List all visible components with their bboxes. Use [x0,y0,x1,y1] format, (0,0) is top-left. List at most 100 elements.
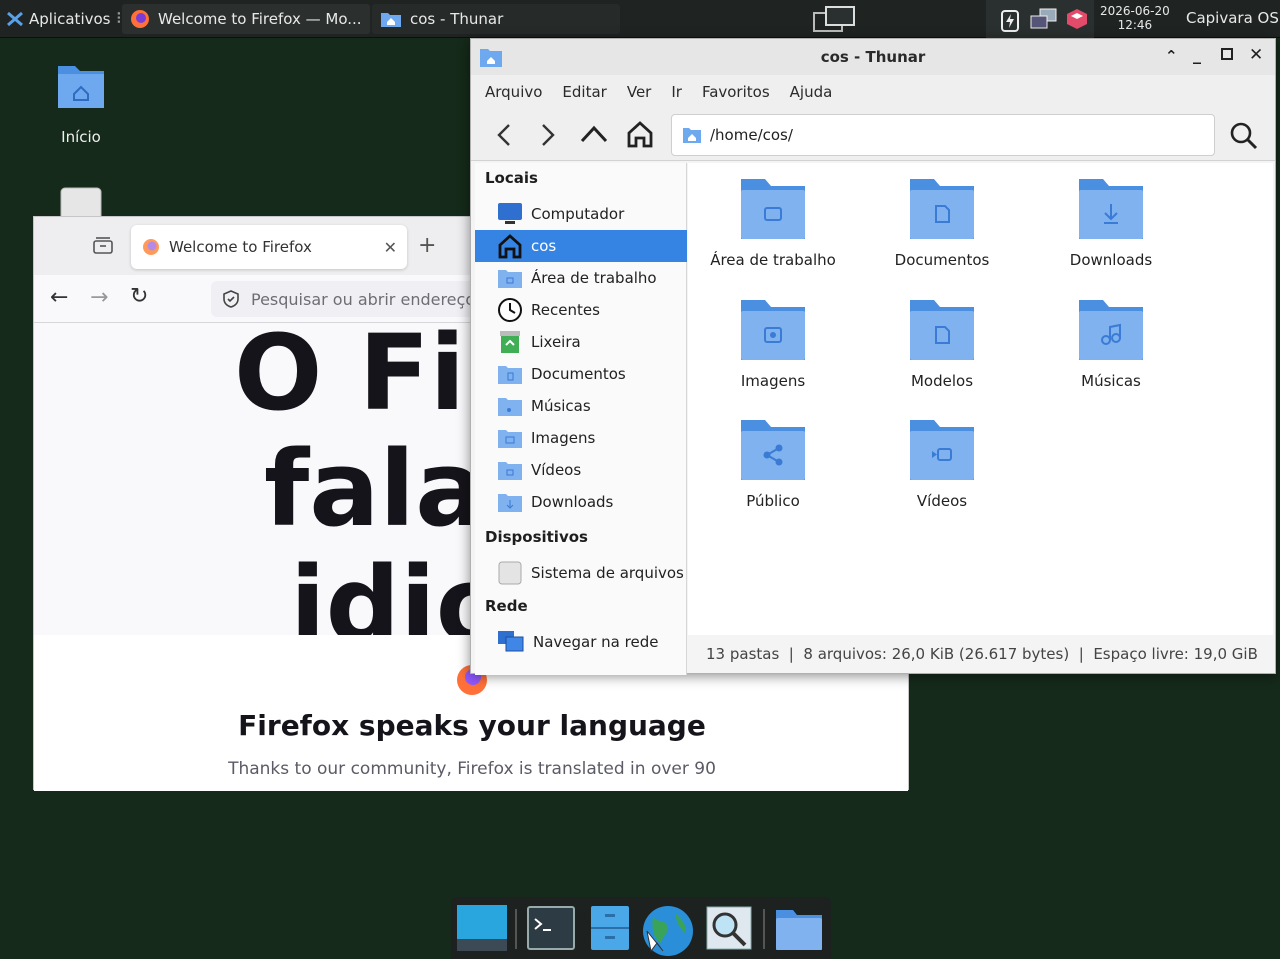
location-bar[interactable]: /home/cos/ [671,114,1215,156]
folder-label: Downloads [1069,251,1153,269]
forward-icon[interactable]: → [90,285,108,310]
battery-icon[interactable] [1000,8,1020,32]
desktop-home-label: Início [61,128,101,146]
taskbar-thunar[interactable]: cos - Thunar [372,4,620,34]
sidebar-item-recentes[interactable]: Recentes [475,294,687,326]
back-icon[interactable]: ← [50,285,68,310]
os-user-label[interactable]: Capivara OS [1186,9,1279,27]
folder-documentos[interactable]: Documentos [857,173,1027,269]
thunar-sidebar: Locais Computador cos Área de trabalho R… [475,163,687,675]
thunar-title: cos - Thunar [820,48,926,66]
menu-ir[interactable]: Ir [671,83,682,101]
back-icon[interactable] [493,122,515,148]
sidebar-item-downloads[interactable]: Downloads [475,486,687,518]
language-subheading: Thanks to our community, Firefox is tran… [228,759,716,779]
taskbar-firefox[interactable]: Welcome to Firefox — Mo... [122,4,370,34]
folder-downloads[interactable]: Downloads [1026,173,1196,269]
sidebar-item-videos[interactable]: Vídeos [475,454,687,486]
folder-modelos[interactable]: Modelos [857,294,1027,390]
sidebar-item-sistema-de-arquivos[interactable]: Sistema de arquivos [475,557,687,589]
folder-label: Músicas [1081,372,1141,390]
desktop-icon [457,905,507,951]
folder-label: Imagens [740,372,806,390]
folder-templates-icon [910,300,974,360]
home-icon[interactable] [625,119,655,149]
applications-menu-button[interactable]: Aplicativos ⠇ [6,6,126,32]
menu-ajuda[interactable]: Ajuda [790,83,833,101]
tab-list-icon[interactable] [92,235,114,259]
menu-ver[interactable]: Ver [627,83,652,101]
sidebar-item-cos[interactable]: cos [475,230,687,262]
show-desktop-button[interactable] [812,5,856,33]
close-tab-icon[interactable]: ✕ [384,238,397,257]
sidebar-heading-rede: Rede [485,597,528,615]
folder-area-de-trabalho[interactable]: Área de trabalho [688,173,858,269]
xfce-logo-icon [7,11,23,27]
sidebar-item-documentos[interactable]: Documentos [475,358,687,390]
dock-folder[interactable] [775,907,823,955]
folder-label: Documentos [894,251,990,269]
clock[interactable]: 2026-06-20 12:46 [1100,4,1170,32]
thunar-titlebar[interactable]: cos - Thunar ⌃ _ ✕ [471,39,1275,75]
dock-show-desktop[interactable] [457,905,507,955]
trash-icon [500,331,520,353]
search-icon[interactable] [1229,121,1259,151]
maximize-window-icon[interactable] [1221,48,1233,60]
sidebar-item-imagens[interactable]: Imagens [475,422,687,454]
file-cabinet-icon [591,906,629,950]
package-icon[interactable] [1066,8,1088,30]
folder-documents-icon [910,179,974,239]
dock-file-manager[interactable] [589,905,631,955]
dock-web-browser[interactable] [641,905,695,959]
menu-favoritos[interactable]: Favoritos [702,83,770,101]
desktop-drive-icon[interactable] [58,186,104,216]
clock-date: 2026-06-20 [1100,4,1170,18]
sidebar-item-label: Vídeos [531,461,582,479]
network-icon[interactable] [1030,8,1058,32]
forward-icon[interactable] [537,122,559,148]
thunar-toolbar: /home/cos/ [471,109,1275,161]
dock-terminal[interactable] [527,905,575,955]
taskbar-thunar-label: cos - Thunar [410,10,504,28]
folder-label: Área de trabalho [710,251,836,269]
dock-search[interactable] [705,905,753,955]
dock [451,897,831,959]
close-window-icon[interactable]: ✕ [1249,45,1263,65]
sidebar-item-label: cos [531,237,557,255]
sidebar-item-area-de-trabalho[interactable]: Área de trabalho [475,262,687,294]
top-panel: Aplicativos ⠇ Welcome to Firefox — Mo...… [0,0,1280,38]
sidebar-item-label: Recentes [531,301,600,319]
drive-icon [60,187,102,216]
thunar-statusbar: 13 pastas | 8 arquivos: 26,0 KiB (26.617… [688,636,1273,672]
clock-time: 12:46 [1117,18,1153,32]
sidebar-item-musicas[interactable]: Músicas [475,390,687,422]
shield-icon [223,290,239,308]
desktop-home-icon[interactable]: Início [44,60,118,146]
tab-welcome[interactable]: Welcome to Firefox ✕ [131,225,407,269]
folder-icon [776,910,822,950]
url-placeholder: Pesquisar ou abrir endereço [251,289,476,309]
sidebar-item-label: Área de trabalho [531,269,657,287]
reload-icon[interactable]: ↻ [130,284,148,309]
folder-musicas[interactable]: Músicas [1026,294,1196,390]
thunar-menubar: Arquivo Editar Ver Ir Favoritos Ajuda [471,75,1275,109]
thunar-window: cos - Thunar ⌃ _ ✕ Arquivo Editar Ver Ir… [470,38,1276,675]
dock-separator [763,909,765,949]
new-tab-icon[interactable]: + [418,233,436,258]
sidebar-item-navegar-na-rede[interactable]: Navegar na rede [475,626,687,658]
shade-window-icon[interactable]: ⌃ [1165,47,1178,65]
drive-icon [498,561,522,585]
folder-imagens[interactable]: Imagens [688,294,858,390]
folder-publico[interactable]: Público [688,414,858,510]
firefox-icon [131,10,149,28]
parent-folder-icon[interactable] [579,123,609,145]
menu-arquivo[interactable]: Arquivo [485,83,542,101]
sidebar-item-label: Computador [531,205,625,223]
sidebar-heading-dispositivos: Dispositivos [485,528,588,546]
sidebar-item-computador[interactable]: Computador [475,198,687,230]
minimize-window-icon[interactable]: _ [1193,45,1201,64]
menu-editar[interactable]: Editar [562,83,606,101]
sidebar-item-lixeira[interactable]: Lixeira [475,326,687,358]
folder-videos[interactable]: Vídeos [857,414,1027,510]
folder-documents-icon [498,366,522,384]
